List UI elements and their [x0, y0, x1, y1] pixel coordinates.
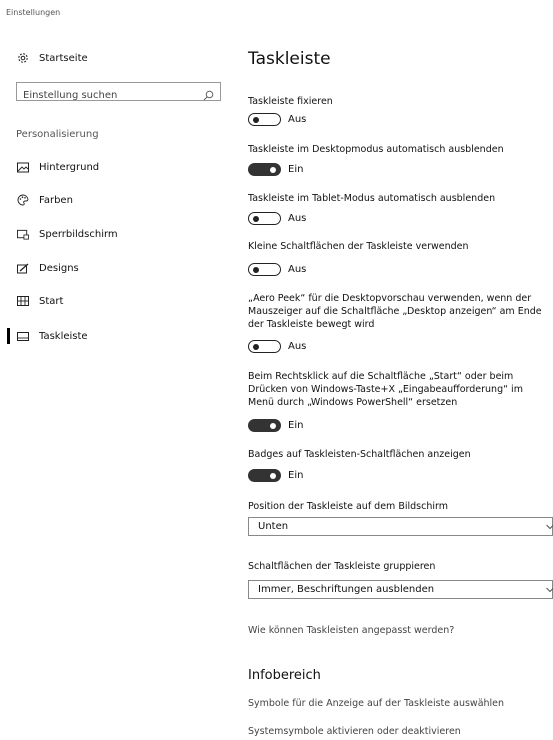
setting-label: Taskleiste im Tablet-Modus automatisch a…: [248, 193, 496, 204]
grouping-dropdown[interactable]: Immer, Beschriftungen ausblenden: [248, 580, 553, 599]
dropdown-value: Immer, Beschriftungen ausblenden: [258, 584, 435, 595]
toggle-knob: [270, 166, 276, 173]
setting-label: Taskleiste im Desktopmodus automatisch a…: [248, 144, 504, 155]
sidebar-item-sperrbildschirm[interactable]: Sperrbildschirm: [0, 222, 230, 246]
sidebar-item-label: Startseite: [39, 52, 88, 64]
toggle-switch[interactable]: [248, 419, 281, 432]
sidebar-item-taskleiste[interactable]: Taskleiste: [0, 324, 230, 348]
setting-label: Beim Rechtsklick auf die Schaltfläche „S…: [248, 371, 523, 408]
brush-icon: [17, 262, 29, 274]
sidebar-item-designs[interactable]: Designs: [0, 256, 230, 280]
help-link[interactable]: Wie können Taskleisten angepasst werden?: [248, 625, 454, 636]
sidebar: Startseite Personalisierung Hintergrund …: [0, 0, 230, 740]
start-grid-icon: [17, 295, 29, 307]
sidebar-item-label: Farben: [39, 194, 73, 206]
dropdown-value: Unten: [258, 521, 289, 532]
sidebar-item-label: Sperrbildschirm: [39, 228, 118, 240]
sidebar-item-label: Taskleiste: [39, 330, 88, 342]
toggle-state: Aus: [288, 264, 307, 275]
toggle-state: Ein: [288, 470, 304, 481]
toggle-switch[interactable]: [248, 212, 281, 225]
search-icon[interactable]: [203, 86, 214, 105]
chevron-down-icon: [546, 522, 553, 533]
page-title: Taskleiste: [248, 49, 331, 69]
sidebar-item-farben[interactable]: Farben: [0, 188, 230, 212]
lock-screen-icon: [17, 228, 29, 240]
setting-label: Badges auf Taskleisten-Schaltflächen anz…: [248, 449, 471, 460]
section-heading: Personalisierung: [16, 129, 99, 140]
sidebar-item-label: Start: [39, 295, 64, 307]
picture-icon: [17, 161, 29, 173]
search-box[interactable]: [16, 82, 221, 104]
toggle-switch[interactable]: [248, 113, 281, 126]
toggle-switch[interactable]: [248, 469, 281, 482]
sidebar-item-hintergrund[interactable]: Hintergrund: [0, 155, 230, 179]
select-tray-icons-link[interactable]: Symbole für die Anzeige auf der Taskleis…: [248, 698, 504, 709]
setting-label: Kleine Schaltflächen der Taskleiste verw…: [248, 241, 469, 252]
gear-icon: [17, 52, 29, 64]
toggle-knob: [270, 422, 276, 429]
sidebar-item-label: Hintergrund: [39, 161, 100, 173]
dropdown-label: Schaltflächen der Taskleiste gruppieren: [248, 561, 436, 572]
setting-label: „Aero Peek“ für die Desktopvorschau verw…: [248, 293, 542, 330]
sidebar-item-start[interactable]: Start: [0, 289, 230, 313]
toggle-state: Ein: [288, 420, 304, 431]
dropdown-label: Position der Taskleiste auf dem Bildschi…: [248, 501, 448, 512]
main-content: Taskleiste Taskleiste fixieren Aus Taskl…: [248, 0, 553, 740]
toggle-state: Aus: [288, 341, 307, 352]
toggle-state: Ein: [288, 164, 304, 175]
position-dropdown[interactable]: Unten: [248, 517, 553, 536]
toggle-switch[interactable]: [248, 340, 281, 353]
search-input[interactable]: [17, 87, 193, 104]
toggle-switch[interactable]: [248, 163, 281, 176]
section-title: Infobereich: [248, 668, 321, 683]
toggle-state: Aus: [288, 114, 307, 125]
toggle-knob: [253, 116, 259, 123]
sidebar-item-home[interactable]: Startseite: [0, 46, 230, 70]
toggle-knob: [253, 343, 259, 350]
toggle-knob: [253, 215, 259, 222]
toggle-knob: [253, 266, 259, 273]
toggle-switch[interactable]: [248, 263, 281, 276]
taskbar-icon: [17, 330, 29, 342]
toggle-knob: [270, 472, 276, 479]
toggle-state: Aus: [288, 213, 307, 224]
setting-label: Taskleiste fixieren: [248, 96, 333, 107]
system-icons-link[interactable]: Systemsymbole aktivieren oder deaktivier…: [248, 726, 461, 737]
chevron-down-icon: [546, 585, 553, 596]
palette-icon: [17, 194, 29, 206]
sidebar-item-label: Designs: [39, 262, 79, 274]
